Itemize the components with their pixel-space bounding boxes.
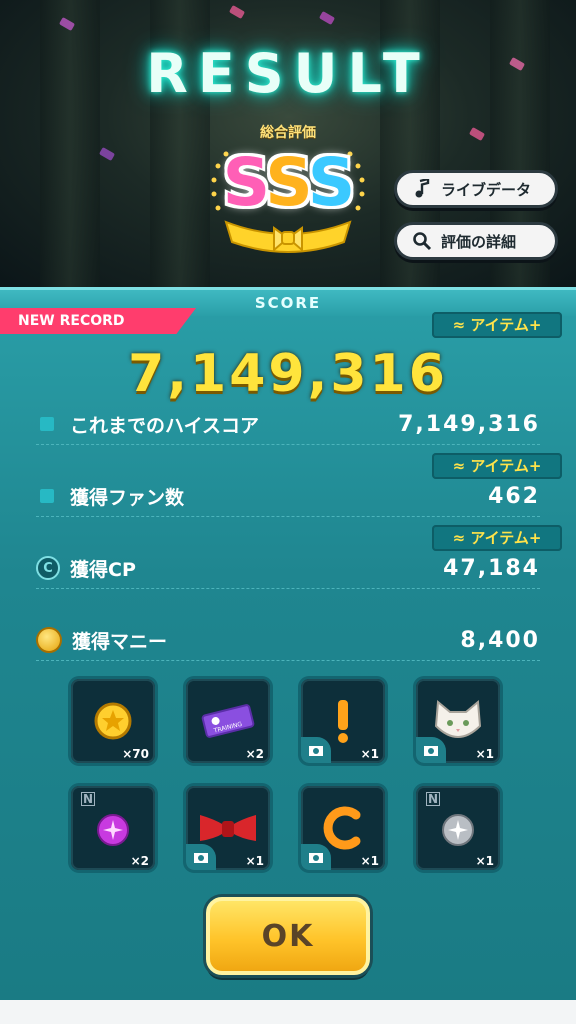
- reward-qty: ×1: [475, 854, 494, 868]
- rating-detail-button[interactable]: 評価の詳細: [394, 222, 558, 260]
- rental-tag-icon: [301, 737, 331, 763]
- overall-rating-label: 総合評価: [260, 125, 316, 141]
- cp-coin-icon: C: [36, 556, 60, 580]
- rental-tag-icon: [186, 844, 216, 870]
- money-row: 獲得マニー 8,400: [36, 620, 540, 661]
- reward-training-ticket[interactable]: TRAINING ×2: [186, 679, 270, 763]
- bottom-bar: [0, 1000, 576, 1024]
- rank-letter: S: [307, 144, 356, 221]
- item-plus-label: アイテム+: [470, 529, 542, 547]
- live-data-button[interactable]: ライブデータ: [394, 170, 558, 208]
- fans-value: 462: [488, 483, 540, 509]
- confetti: [318, 11, 336, 25]
- score-panel: SCORE NEW RECORD ≈ アイテム+ 7,149,316 これまでの…: [0, 287, 576, 1003]
- item-plus-badge: ≈ アイテム+: [432, 312, 562, 338]
- fans-label: 獲得ファン数: [70, 486, 185, 509]
- bullet-icon: [40, 417, 54, 431]
- ok-button[interactable]: OK: [206, 897, 370, 975]
- double-chevron-up-icon: ≈: [452, 529, 471, 547]
- confetti: [468, 127, 486, 141]
- double-chevron-up-icon: ≈: [452, 316, 471, 334]
- reward-gold-coin[interactable]: ×70: [71, 679, 155, 763]
- money-coin-icon: [36, 627, 62, 653]
- reward-qty: ×2: [245, 747, 264, 761]
- cp-label: 獲得CP: [70, 558, 136, 581]
- confetti: [228, 5, 246, 19]
- reward-exclamation[interactable]: ×1: [301, 679, 385, 763]
- rental-tag-icon: [416, 737, 446, 763]
- cp-row: C 獲得CP 47,184: [36, 548, 540, 589]
- confetti: [98, 147, 116, 161]
- reward-purple-gem[interactable]: N ×2: [71, 786, 155, 870]
- rank-letter: S: [222, 144, 268, 221]
- high-score-value: 7,149,316: [398, 411, 540, 437]
- ribbon-icon: [224, 220, 352, 253]
- rank-letters: SSS: [206, 144, 370, 221]
- reward-white-cat[interactable]: ×1: [416, 679, 500, 763]
- reward-qty: ×1: [475, 747, 494, 761]
- reward-qty: ×1: [360, 854, 379, 868]
- cp-value: 47,184: [443, 555, 540, 581]
- reward-silver-gem[interactable]: N ×1: [416, 786, 500, 870]
- result-title: RESULT: [146, 42, 430, 105]
- high-score-label: これまでのハイスコア: [70, 414, 260, 437]
- live-data-label: ライブデータ: [441, 180, 532, 199]
- money-label: 獲得マニー: [72, 630, 168, 653]
- new-record-badge: NEW RECORD: [0, 308, 196, 334]
- reward-orange-c[interactable]: ×1: [301, 786, 385, 870]
- high-score-row: これまでのハイスコア 7,149,316: [36, 404, 540, 445]
- reward-qty: ×1: [360, 747, 379, 761]
- bullet-icon: [40, 489, 54, 503]
- music-note-icon: [411, 178, 433, 200]
- item-plus-label: アイテム+: [470, 457, 542, 475]
- double-chevron-up-icon: ≈: [452, 457, 471, 475]
- rental-tag-icon: [301, 844, 331, 870]
- reward-qty: ×70: [122, 747, 149, 761]
- money-value: 8,400: [460, 627, 540, 653]
- item-plus-label: アイテム+: [470, 316, 542, 334]
- rank-letter: S: [265, 144, 310, 221]
- total-score: 7,149,316: [128, 344, 448, 404]
- magnifier-icon: [411, 230, 433, 252]
- rating-detail-label: 評価の詳細: [441, 232, 517, 251]
- rank-emblem: SSS: [206, 140, 370, 260]
- reward-red-bow[interactable]: ×1: [186, 786, 270, 870]
- fans-row: 獲得ファン数 462: [36, 476, 540, 517]
- result-stage: RESULT 総合評価 SSS ライブデータ 評価の詳細: [0, 0, 576, 290]
- reward-qty: ×2: [130, 854, 149, 868]
- reward-qty: ×1: [245, 854, 264, 868]
